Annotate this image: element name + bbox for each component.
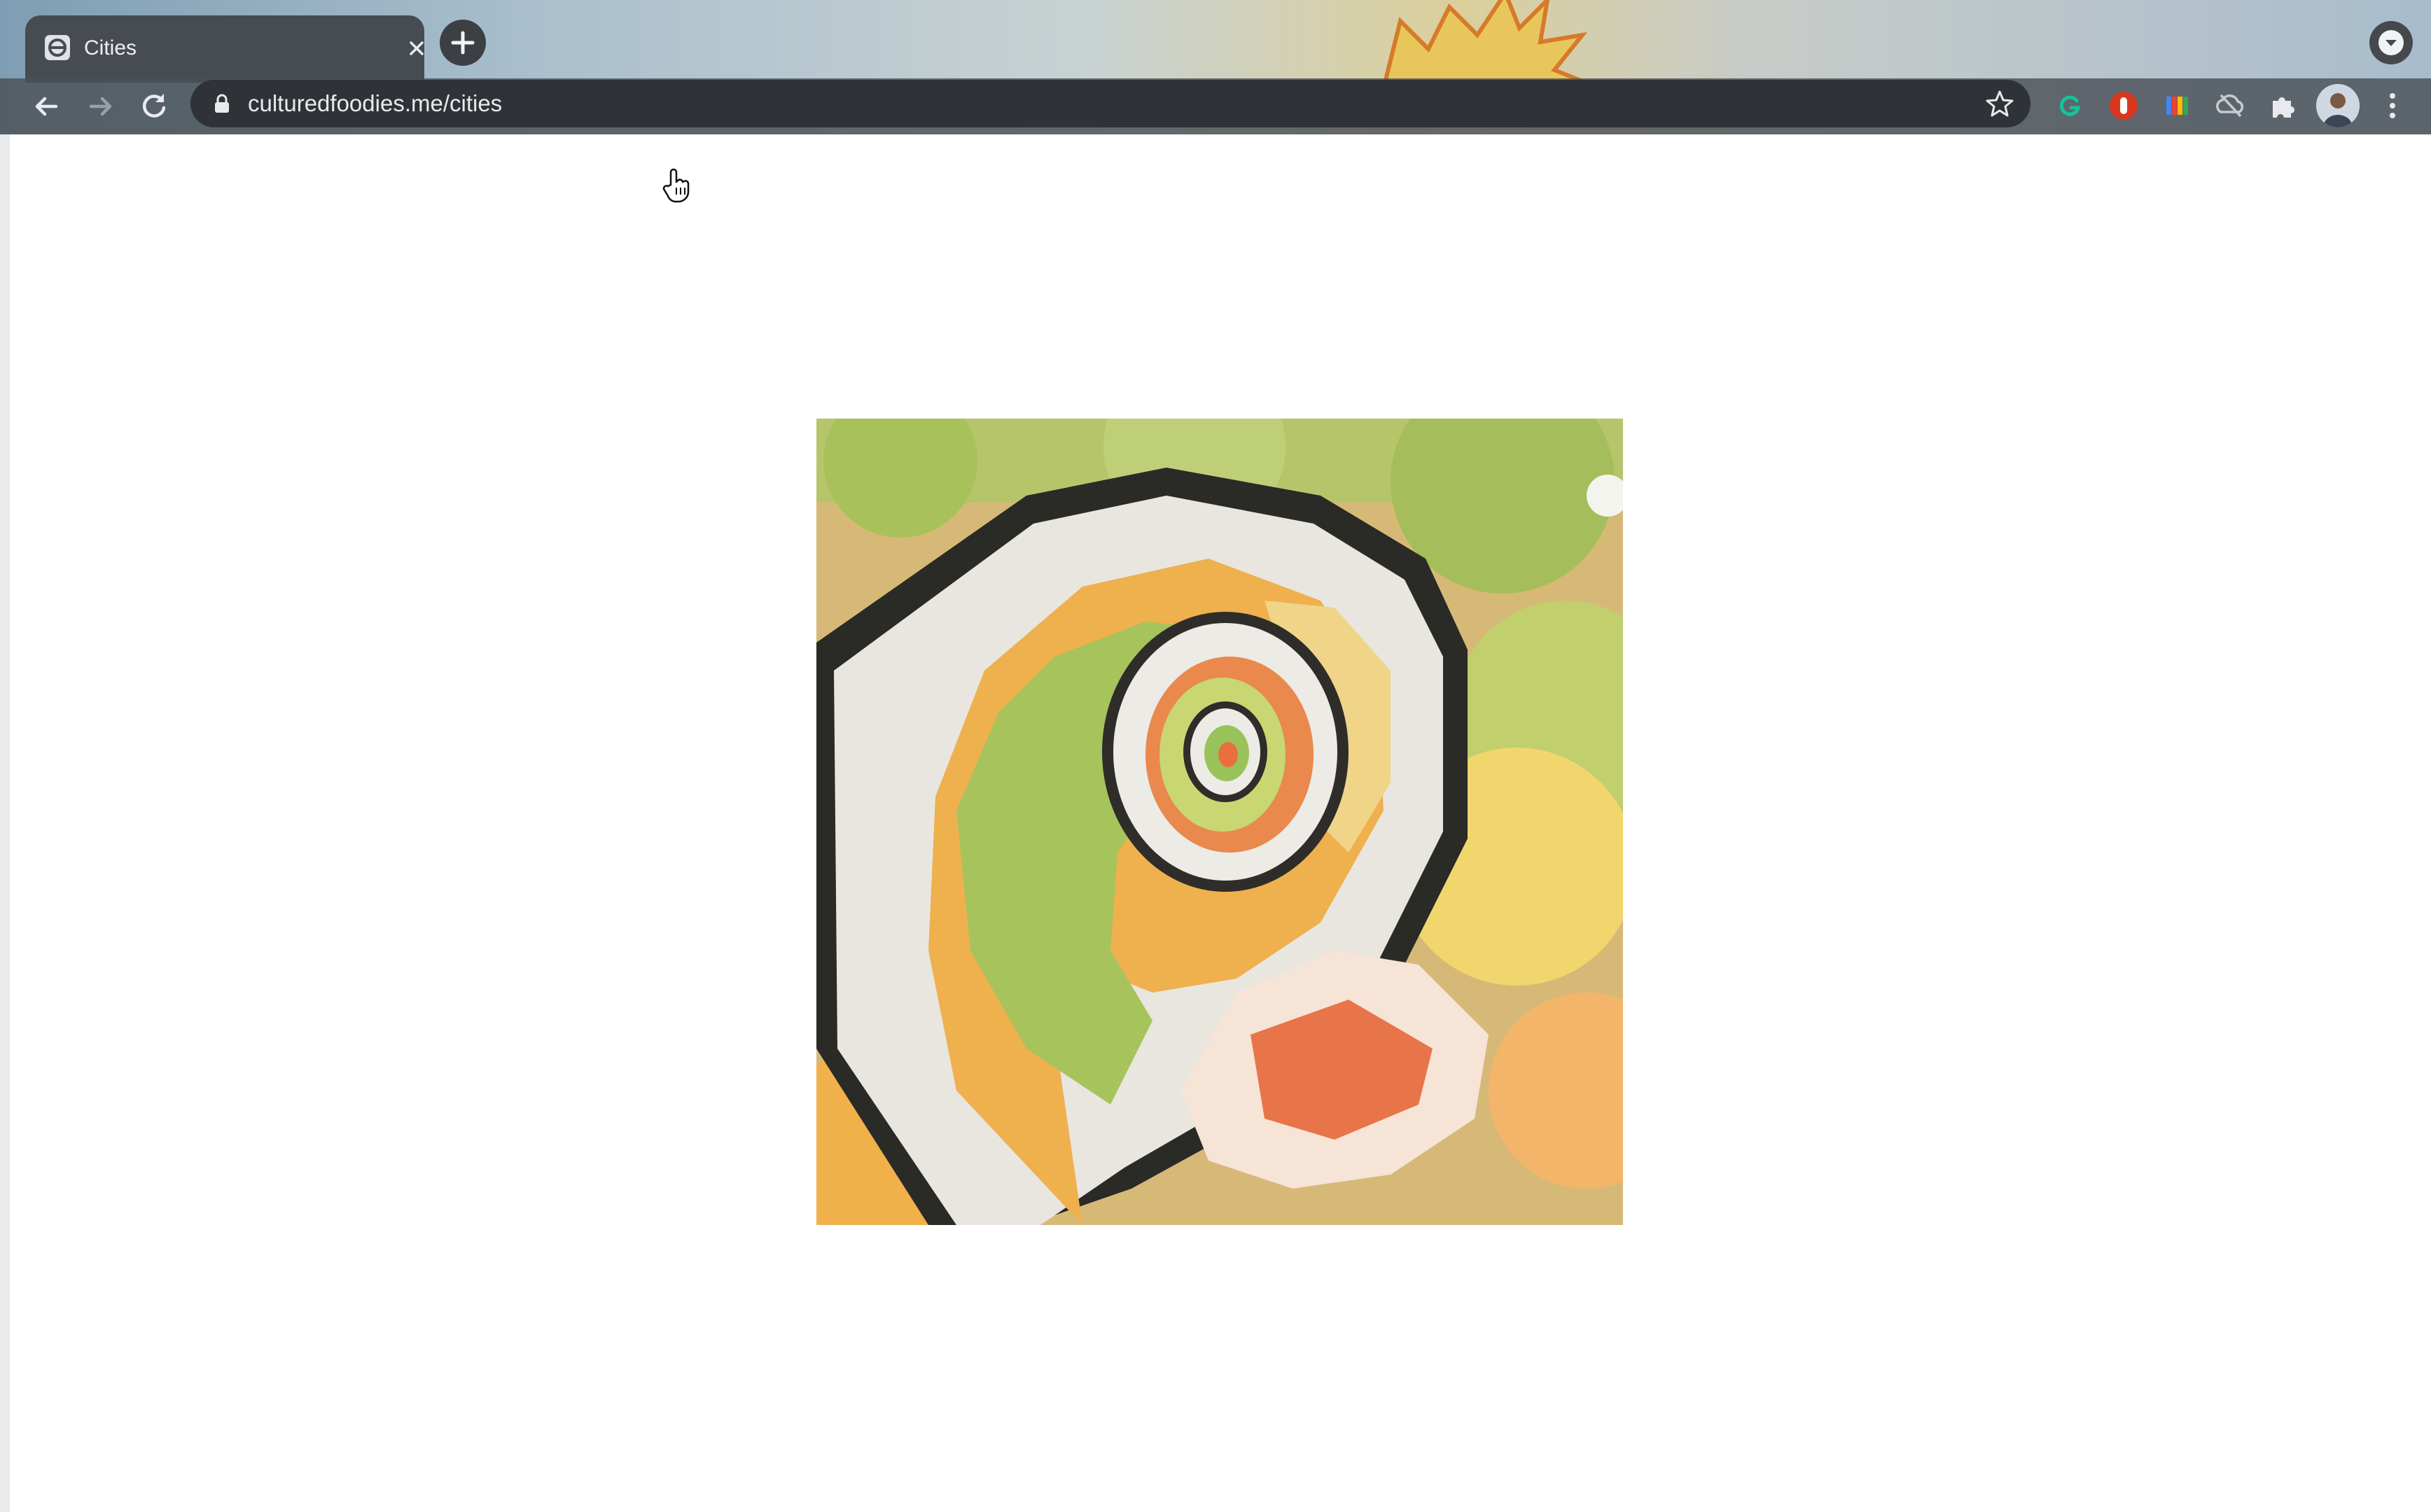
- tab-cities[interactable]: Cities: [25, 15, 424, 83]
- arrow-right-icon[interactable]: [80, 85, 122, 127]
- avatar[interactable]: [2316, 84, 2360, 127]
- cloud-extension-icon[interactable]: [2211, 87, 2249, 125]
- url-text[interactable]: culturedfoodies.me/cities: [248, 87, 502, 120]
- tab-search-button[interactable]: [2369, 21, 2413, 64]
- arrow-left-icon[interactable]: [25, 85, 67, 127]
- color-bars-extension-icon[interactable]: [2158, 87, 2196, 125]
- address-bar[interactable]: culturedfoodies.me/cities: [190, 80, 2031, 127]
- window-edge: [0, 134, 10, 1512]
- kebab-menu-icon[interactable]: [2374, 87, 2411, 125]
- puzzle-piece-icon[interactable]: [2264, 87, 2302, 125]
- plus-icon: [451, 31, 475, 55]
- hand-pointer-cursor-icon: [662, 168, 690, 203]
- browser-chrome: Cities culturedfoodies.me/cities: [0, 0, 2431, 134]
- profile-avatar-icon: [2316, 84, 2360, 127]
- star-icon[interactable]: [1984, 88, 2015, 119]
- chevron-down-icon: [2378, 30, 2404, 55]
- grammarly-icon[interactable]: [2052, 87, 2089, 125]
- sushi-image-graphic: [816, 419, 1623, 1225]
- lock-icon[interactable]: [213, 94, 231, 113]
- close-icon[interactable]: [406, 38, 427, 59]
- red-shield-extension-icon[interactable]: [2105, 87, 2143, 125]
- reload-icon[interactable]: [133, 85, 175, 127]
- new-tab-button[interactable]: [440, 20, 486, 66]
- browser-toolbar: culturedfoodies.me/cities: [0, 78, 2431, 134]
- cultured-foodies-favicon-icon: [45, 35, 70, 60]
- tab-strip: Cities: [0, 0, 2431, 83]
- sushi-roll-spiral-image: [816, 419, 1623, 1225]
- tab-title: Cities: [84, 36, 137, 59]
